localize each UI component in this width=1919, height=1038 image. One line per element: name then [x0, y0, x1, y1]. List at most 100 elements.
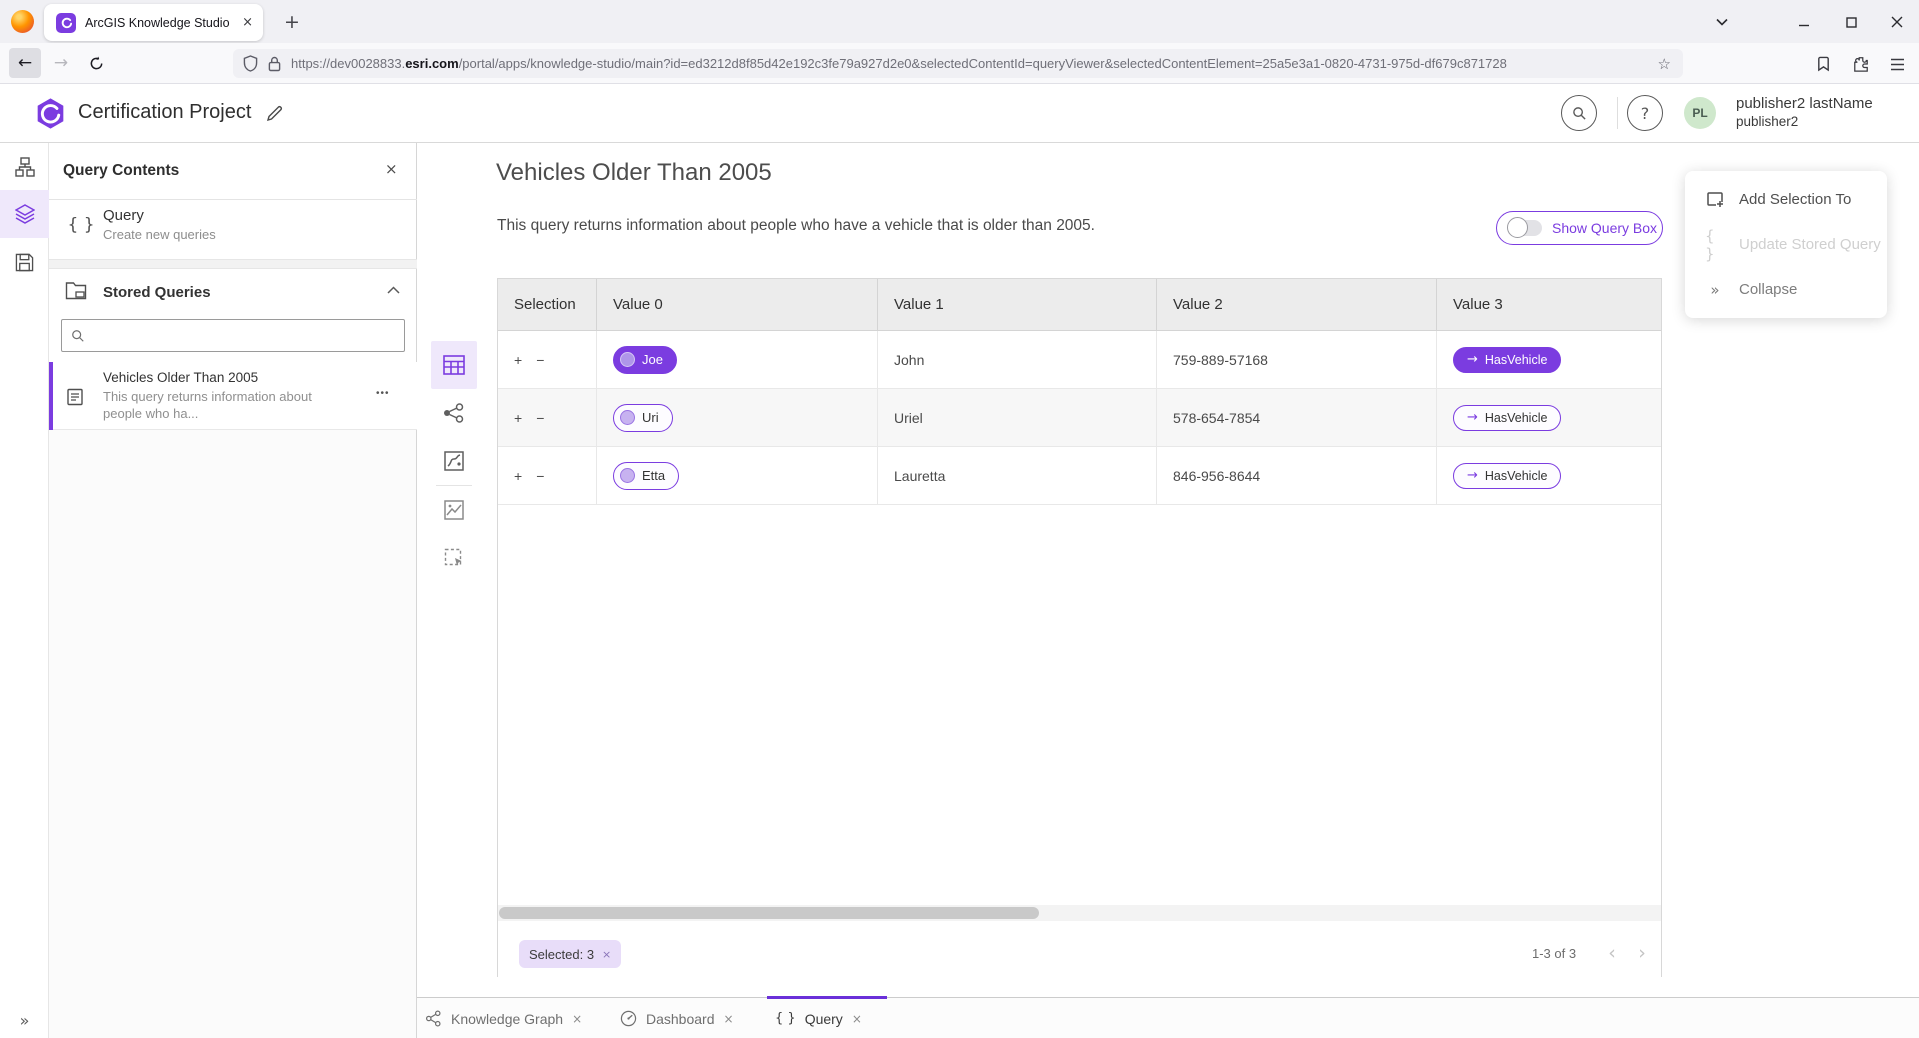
relationship-pill[interactable]: → HasVehicle [1453, 463, 1561, 489]
column-header[interactable]: Value 3 [1437, 279, 1661, 330]
panel-empty-area [49, 430, 416, 1038]
tab-close-icon[interactable]: × [572, 1012, 582, 1026]
selected-count-chip[interactable]: Selected: 3 × [519, 940, 621, 968]
account-icon[interactable] [1808, 50, 1838, 78]
sidebar-item-data-model[interactable] [0, 143, 49, 191]
firefox-icon[interactable] [11, 10, 34, 33]
tab-query[interactable]: { } Query × [775, 998, 862, 1038]
chart-view-button[interactable] [431, 486, 477, 534]
column-header[interactable]: Selection [498, 279, 597, 330]
tab-knowledge-graph[interactable]: Knowledge Graph × [425, 998, 582, 1038]
stored-queries-search-box[interactable] [61, 319, 405, 352]
next-page-button[interactable]: › [1628, 939, 1656, 967]
scrollbar-thumb[interactable] [499, 907, 1039, 919]
remove-from-selection-button[interactable]: − [536, 410, 544, 426]
tab-label: Query [805, 1011, 843, 1027]
user-handle: publisher2 [1736, 114, 1798, 129]
left-rail: » [0, 143, 49, 1038]
value1-cell: Uriel [878, 389, 1157, 446]
content-title: Vehicles Older Than 2005 [496, 159, 772, 187]
value1-cell: John [878, 331, 1157, 388]
query-contents-panel: Query Contents × { } Query Create new qu… [49, 143, 417, 1038]
maximize-window-button[interactable] [1836, 8, 1866, 36]
bookmark-star-icon[interactable]: ☆ [1658, 55, 1671, 73]
selection-cell: + − [498, 389, 597, 446]
table-row[interactable]: + − Joe John 759-889-57168 → HasVehicle [498, 331, 1661, 389]
stored-query-item[interactable]: Vehicles Older Than 2005 This query retu… [49, 362, 417, 430]
browser-tab-strip: ArcGIS Knowledge Studio × + [0, 0, 1919, 43]
value1-text: Uriel [894, 410, 923, 426]
link-chart-view-button[interactable] [431, 389, 477, 437]
browser-nav-bar: ← → https://dev0028833.esri.com/portal/a… [0, 43, 1919, 84]
new-tab-button[interactable]: + [278, 8, 306, 36]
menu-item-label: Update Stored Query [1739, 236, 1881, 253]
remove-from-selection-button[interactable]: − [536, 468, 544, 484]
url-bar[interactable]: https://dev0028833.esri.com/portal/apps/… [233, 49, 1683, 78]
help-button[interactable]: ? [1627, 95, 1663, 131]
edit-title-pencil-icon[interactable] [266, 104, 284, 122]
tab-label: Knowledge Graph [451, 1011, 563, 1027]
add-to-selection-button[interactable]: + [514, 468, 522, 484]
value2-text: 846-956-8644 [1173, 468, 1260, 484]
stored-query-title: Vehicles Older Than 2005 [103, 370, 258, 385]
table-header-row: Selection Value 0 Value 1 Value 2 Value … [498, 279, 1661, 331]
minimize-window-button[interactable] [1789, 8, 1819, 36]
tab-dashboard[interactable]: Dashboard × [620, 998, 734, 1038]
stored-queries-search-input[interactable] [85, 320, 404, 351]
prev-page-button[interactable]: ‹ [1598, 939, 1626, 967]
expand-rail-button[interactable]: » [0, 1011, 49, 1030]
avatar[interactable]: PL [1684, 97, 1716, 129]
tab-close-icon[interactable]: × [852, 1012, 862, 1026]
braces-icon: { } [775, 1011, 796, 1026]
menu-item-update-stored-query[interactable]: { } Update Stored Query [1685, 222, 1887, 267]
hamburger-menu-icon[interactable] [1882, 50, 1912, 78]
add-to-selection-button[interactable]: + [514, 410, 522, 426]
value1-cell: Lauretta [878, 447, 1157, 504]
relationship-pill[interactable]: → HasVehicle [1453, 405, 1561, 431]
entity-pill[interactable]: Joe [613, 346, 677, 374]
results-table: Selection Value 0 Value 1 Value 2 Value … [497, 278, 1662, 977]
table-view-button[interactable] [431, 341, 477, 389]
tab-close-icon[interactable]: × [724, 1012, 734, 1026]
project-title: Certification Project [78, 101, 251, 124]
remove-from-selection-button[interactable]: − [536, 352, 544, 368]
url-text[interactable]: https://dev0028833.esri.com/portal/apps/… [291, 56, 1507, 71]
add-to-selection-button[interactable]: + [514, 352, 522, 368]
tracking-shield-icon[interactable] [243, 55, 258, 72]
back-button[interactable]: ← [9, 48, 41, 78]
sidebar-item-saved[interactable] [0, 238, 49, 286]
entity-dot-icon [620, 468, 635, 483]
browser-tab[interactable]: ArcGIS Knowledge Studio × [44, 4, 263, 41]
header-search-button[interactable] [1561, 95, 1597, 131]
select-tool-button[interactable] [431, 534, 477, 582]
sidebar-item-contents[interactable] [0, 190, 49, 238]
lock-icon[interactable] [268, 56, 281, 72]
close-window-button[interactable] [1882, 8, 1912, 36]
menu-item-add-selection-to[interactable]: Add Selection To [1685, 177, 1887, 222]
column-header[interactable]: Value 2 [1157, 279, 1437, 330]
value0-cell: Joe [597, 331, 878, 388]
collapse-section-chevron-icon[interactable] [387, 286, 400, 294]
table-row[interactable]: + − Etta Lauretta 846-956-8644 → HasVehi… [498, 447, 1661, 505]
reload-button[interactable] [80, 48, 112, 78]
entity-label: Etta [642, 468, 665, 483]
menu-item-collapse[interactable]: » Collapse [1685, 267, 1887, 312]
show-query-box-toggle[interactable]: Show Query Box [1496, 211, 1663, 245]
tab-close-icon[interactable]: × [242, 15, 253, 30]
panel-close-icon[interactable]: × [385, 160, 398, 178]
entity-pill[interactable]: Uri [613, 404, 673, 432]
relationship-pill[interactable]: → HasVehicle [1453, 347, 1561, 373]
toggle-switch[interactable] [1509, 220, 1542, 236]
extensions-puzzle-icon[interactable] [1846, 50, 1876, 78]
forward-button[interactable]: → [45, 48, 77, 78]
list-tabs-chevron-icon[interactable] [1707, 8, 1737, 36]
value0-cell: Uri [597, 389, 878, 446]
entity-pill[interactable]: Etta [613, 462, 679, 490]
chip-clear-icon[interactable]: × [602, 948, 611, 961]
map-view-button[interactable] [431, 437, 477, 485]
item-options-ellipsis-icon[interactable]: ••• [376, 388, 390, 399]
column-header[interactable]: Value 1 [878, 279, 1157, 330]
horizontal-scrollbar[interactable] [498, 905, 1661, 921]
table-row[interactable]: + − Uri Uriel 578-654-7854 → HasVehicle [498, 389, 1661, 447]
column-header[interactable]: Value 0 [597, 279, 878, 330]
